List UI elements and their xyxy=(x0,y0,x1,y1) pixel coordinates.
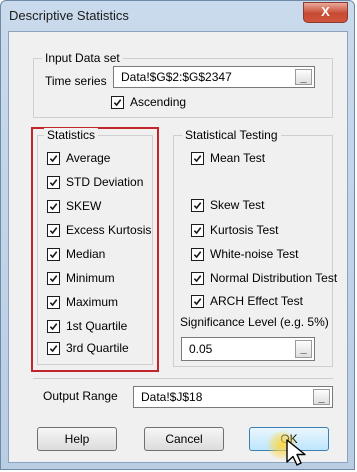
significance-level-label: Significance Level (e.g. 5%) xyxy=(180,315,329,329)
statistics-maximum-checkbox[interactable]: Maximum xyxy=(47,295,118,309)
output-range-input[interactable]: Data!$J$18 _ xyxy=(133,386,333,408)
checkbox-label: STD Deviation xyxy=(66,175,144,189)
test-arch-effect-test-checkbox[interactable]: ARCH Effect Test xyxy=(191,294,303,308)
significance-level-value: 0.05 xyxy=(189,342,213,356)
checkmark-icon xyxy=(47,271,60,285)
output-range-label: Output Range xyxy=(43,389,118,403)
test-kurtosis-test-checkbox[interactable]: Kurtosis Test xyxy=(191,223,278,237)
mouse-pointer-icon xyxy=(286,439,306,466)
time-series-label: Time series xyxy=(45,74,107,88)
browse-icon: _ xyxy=(300,343,307,355)
window-title: Descriptive Statistics xyxy=(9,8,129,23)
checkmark-icon xyxy=(191,151,204,165)
checkmark-icon xyxy=(191,198,204,212)
ascending-checkbox[interactable]: Ascending xyxy=(111,95,186,109)
checkmark-icon xyxy=(47,295,60,309)
checkmark-icon xyxy=(111,95,124,109)
checkmark-icon xyxy=(191,271,204,285)
dialog-body: Input Data set Time series Data!$G$2:$G$… xyxy=(8,31,348,466)
checkbox-label: Maximum xyxy=(66,295,119,309)
statistics-skew-checkbox[interactable]: SKEW xyxy=(47,199,101,213)
statistics-average-checkbox[interactable]: Average xyxy=(47,151,110,165)
cancel-button[interactable]: Cancel xyxy=(144,427,224,451)
title-bar[interactable]: Descriptive Statistics X xyxy=(1,1,354,31)
statistical-testing-label: Statistical Testing xyxy=(182,128,281,142)
checkbox-label: Average xyxy=(66,151,111,165)
input-data-set-label: Input Data set xyxy=(42,51,123,65)
checkmark-icon xyxy=(191,223,204,237)
ascending-label: Ascending xyxy=(130,95,187,109)
help-button[interactable]: Help xyxy=(37,427,117,451)
checkbox-label: White-noise Test xyxy=(210,247,299,261)
checkbox-label: SKEW xyxy=(66,199,102,213)
time-series-input[interactable]: Data!$G$2:$G$2347 _ xyxy=(113,66,315,88)
output-range-browse-button[interactable]: _ xyxy=(313,389,330,405)
close-icon: X xyxy=(321,4,330,19)
checkmark-icon xyxy=(47,175,60,189)
output-range-value: Data!$J$18 xyxy=(141,390,203,404)
checkbox-label: Skew Test xyxy=(210,198,265,212)
test-skew-test-checkbox[interactable]: Skew Test xyxy=(191,198,264,212)
checkmark-icon xyxy=(47,319,60,333)
checkbox-label: Normal Distribution Test xyxy=(210,271,338,285)
statistics-std-deviation-checkbox[interactable]: STD Deviation xyxy=(47,175,143,189)
dialog-window: Descriptive Statistics X Input Data set … xyxy=(0,0,355,470)
time-series-value: Data!$G$2:$G$2347 xyxy=(121,70,232,84)
checkbox-label: Kurtosis Test xyxy=(210,223,279,237)
checkmark-icon xyxy=(47,247,60,261)
checkmark-icon xyxy=(47,223,60,237)
statistics-excess-kurtosis-checkbox[interactable]: Excess Kurtosis xyxy=(47,223,151,237)
test-white-noise-test-checkbox[interactable]: White-noise Test xyxy=(191,247,298,261)
checkmark-icon xyxy=(47,199,60,213)
checkbox-label: Median xyxy=(66,247,106,261)
statistics-minimum-checkbox[interactable]: Minimum xyxy=(47,271,115,285)
output-range-separator xyxy=(33,378,333,379)
checkbox-label: 3rd Quartile xyxy=(66,341,129,355)
checkbox-label: 1st Quartile xyxy=(66,319,128,333)
statistics-1st-quartile-checkbox[interactable]: 1st Quartile xyxy=(47,319,127,333)
time-series-browse-button[interactable]: _ xyxy=(295,69,312,85)
help-button-label: Help xyxy=(64,432,90,446)
checkmark-icon xyxy=(47,151,60,165)
statistics-median-checkbox[interactable]: Median xyxy=(47,247,105,261)
cancel-button-label: Cancel xyxy=(165,432,203,446)
statistics-3rd-quartile-checkbox[interactable]: 3rd Quartile xyxy=(47,341,129,355)
test-normal-distribution-test-checkbox[interactable]: Normal Distribution Test xyxy=(191,271,337,285)
checkbox-label: Excess Kurtosis xyxy=(66,223,152,237)
checkbox-label: Mean Test xyxy=(210,151,266,165)
checkbox-label: Minimum xyxy=(66,271,115,285)
browse-icon: _ xyxy=(300,72,307,84)
checkmark-icon xyxy=(191,247,204,261)
statistics-group-label: Statistics xyxy=(44,128,99,142)
checkmark-icon xyxy=(191,294,204,308)
significance-level-input[interactable]: 0.05 _ xyxy=(181,337,315,361)
checkmark-icon xyxy=(47,341,60,355)
browse-icon: _ xyxy=(318,392,325,404)
test-mean-test-checkbox[interactable]: Mean Test xyxy=(191,151,265,165)
close-button[interactable]: X xyxy=(303,2,348,23)
checkbox-label: ARCH Effect Test xyxy=(210,294,303,308)
significance-browse-button[interactable]: _ xyxy=(295,340,312,358)
